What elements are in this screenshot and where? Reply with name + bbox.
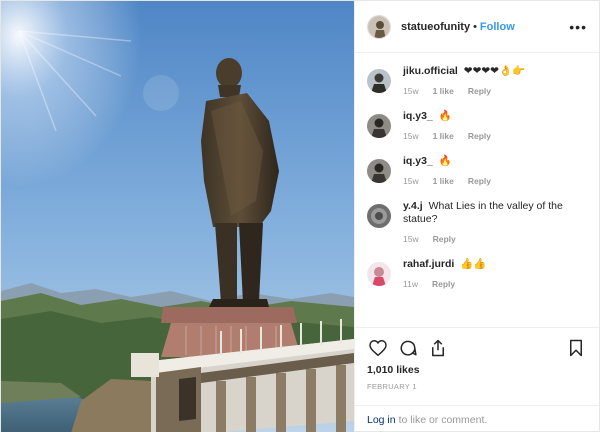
comment-timestamp[interactable]: 15w bbox=[403, 131, 419, 141]
post-side-panel: statueofunity • Follow ••• jiku.official bbox=[354, 1, 599, 432]
comment-body: iq.y3_ 🔥 15w 1 like Reply bbox=[403, 155, 585, 186]
comment-meta: 11w Reply bbox=[403, 279, 585, 289]
post-header: statueofunity • Follow ••• bbox=[355, 1, 599, 53]
commenter-avatar[interactable] bbox=[367, 159, 391, 183]
heart-icon-glyph bbox=[369, 340, 387, 356]
comment-item: iq.y3_ 🔥 15w 1 like Reply bbox=[367, 155, 585, 186]
commenter-avatar-image bbox=[367, 69, 391, 93]
comment-username[interactable]: y.4.j bbox=[403, 200, 423, 212]
comment-username[interactable]: jiku.official bbox=[403, 65, 458, 77]
comment-body: rahaf.jurdi 👍👍 11w Reply bbox=[403, 258, 585, 289]
author-avatar[interactable] bbox=[367, 14, 391, 39]
bookmark-icon[interactable] bbox=[565, 337, 587, 359]
comment-username[interactable]: rahaf.jurdi bbox=[403, 258, 454, 270]
reply-button[interactable]: Reply bbox=[468, 131, 491, 141]
comment-timestamp[interactable]: 11w bbox=[403, 279, 418, 289]
comment-username[interactable]: iq.y3_ bbox=[403, 110, 433, 122]
commenter-avatar[interactable] bbox=[367, 114, 391, 138]
post-date[interactable]: FEBRUARY 1 bbox=[367, 382, 587, 391]
more-options-icon[interactable]: ••• bbox=[569, 20, 587, 34]
comment-text: y.4.j What Lies in the valley of the sta… bbox=[403, 200, 585, 226]
action-icon-row bbox=[367, 334, 587, 362]
commenter-avatar-image bbox=[367, 262, 391, 286]
post-photo[interactable] bbox=[1, 1, 354, 432]
reply-button[interactable]: Reply bbox=[468, 176, 491, 186]
login-prompt: Log in to like or comment. bbox=[355, 405, 599, 432]
comment-like-count[interactable]: 1 like bbox=[433, 176, 454, 186]
comment-username[interactable]: iq.y3_ bbox=[403, 155, 433, 167]
statue-photo-image bbox=[1, 1, 354, 432]
comment-content: 👍👍 bbox=[460, 258, 487, 270]
comment-item: rahaf.jurdi 👍👍 11w Reply bbox=[367, 258, 585, 289]
comment-timestamp[interactable]: 15w bbox=[403, 234, 419, 244]
share-icon[interactable] bbox=[427, 337, 449, 359]
comment-like-count[interactable]: 1 like bbox=[433, 131, 454, 141]
reply-button[interactable]: Reply bbox=[432, 279, 455, 289]
comment-meta: 15w 1 like Reply bbox=[403, 86, 585, 96]
commenter-avatar[interactable] bbox=[367, 204, 391, 228]
follow-button[interactable]: Follow bbox=[480, 21, 515, 33]
comment-content: ❤❤❤❤👌👉 bbox=[463, 65, 526, 77]
author-username[interactable]: statueofunity bbox=[401, 21, 470, 33]
commenter-avatar-image bbox=[367, 204, 391, 228]
comment-item: iq.y3_ 🔥 15w 1 like Reply bbox=[367, 110, 585, 141]
comment-item: y.4.j What Lies in the valley of the sta… bbox=[367, 200, 585, 244]
share-icon-glyph bbox=[432, 339, 444, 357]
comment-content: What Lies in the valley of the statue? bbox=[403, 200, 563, 225]
comment-meta: 15w Reply bbox=[403, 234, 585, 244]
comment-content: 🔥 bbox=[438, 155, 452, 167]
comment-body: jiku.official ❤❤❤❤👌👉 15w 1 like Reply bbox=[403, 65, 585, 96]
bookmark-icon-glyph bbox=[570, 339, 582, 357]
comment-icon[interactable] bbox=[397, 337, 419, 359]
comment-meta: 15w 1 like Reply bbox=[403, 176, 585, 186]
comment-text: iq.y3_ 🔥 bbox=[403, 110, 585, 123]
comment-timestamp[interactable]: 15w bbox=[403, 86, 419, 96]
separator-dot: • bbox=[473, 20, 477, 33]
comment-like-count[interactable]: 1 like bbox=[433, 86, 454, 96]
login-prompt-text: to like or comment. bbox=[398, 413, 488, 426]
commenter-avatar-image bbox=[367, 114, 391, 138]
author-avatar-image bbox=[368, 15, 390, 38]
commenter-avatar-image bbox=[367, 159, 391, 183]
comment-meta: 15w 1 like Reply bbox=[403, 131, 585, 141]
post-actions: 1,010 likes FEBRUARY 1 bbox=[355, 327, 599, 391]
login-link[interactable]: Log in bbox=[367, 414, 396, 426]
like-count[interactable]: 1,010 likes bbox=[367, 364, 587, 376]
comment-content: 🔥 bbox=[438, 110, 452, 122]
comment-timestamp[interactable]: 15w bbox=[403, 176, 419, 186]
commenter-avatar[interactable] bbox=[367, 262, 391, 286]
comment-text: rahaf.jurdi 👍👍 bbox=[403, 258, 585, 271]
comment-item: jiku.official ❤❤❤❤👌👉 15w 1 like Reply bbox=[367, 65, 585, 96]
comment-body: iq.y3_ 🔥 15w 1 like Reply bbox=[403, 110, 585, 141]
comment-text: iq.y3_ 🔥 bbox=[403, 155, 585, 168]
comment-text: jiku.official ❤❤❤❤👌👉 bbox=[403, 65, 585, 78]
comments-list: jiku.official ❤❤❤❤👌👉 15w 1 like Reply iq… bbox=[355, 53, 599, 327]
reply-button[interactable]: Reply bbox=[468, 86, 491, 96]
comment-icon-glyph bbox=[400, 340, 417, 356]
heart-icon[interactable] bbox=[367, 337, 389, 359]
instagram-post: statueofunity • Follow ••• jiku.official bbox=[0, 0, 600, 432]
commenter-avatar[interactable] bbox=[367, 69, 391, 93]
comment-body: y.4.j What Lies in the valley of the sta… bbox=[403, 200, 585, 244]
reply-button[interactable]: Reply bbox=[433, 234, 456, 244]
